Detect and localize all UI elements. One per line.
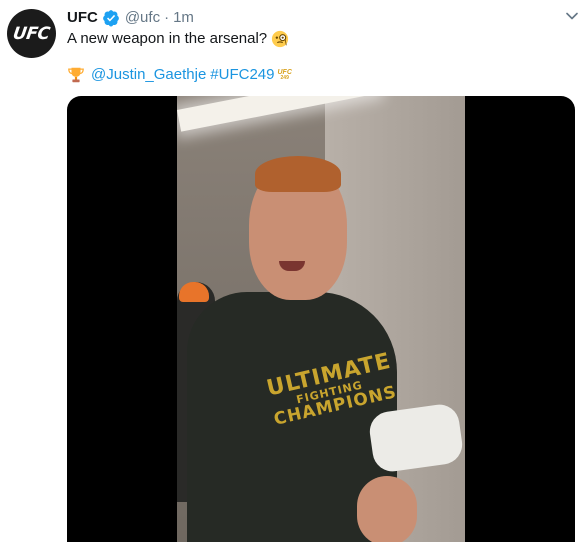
ufc249-hashflag-icon: UFC 249 bbox=[278, 69, 292, 81]
avatar[interactable]: UFC bbox=[7, 9, 56, 58]
hashflag-bottom: 249 bbox=[280, 75, 289, 81]
verified-badge-icon bbox=[102, 9, 120, 27]
tweet-video[interactable]: ULTIMATE FIGHTING CHAMPIONS bbox=[67, 96, 575, 542]
mention-link[interactable]: @Justin_Gaethje bbox=[91, 65, 206, 85]
chevron-down-icon[interactable] bbox=[565, 9, 579, 23]
monocle-face-emoji-icon bbox=[271, 30, 289, 48]
video-frame: ULTIMATE FIGHTING CHAMPIONS bbox=[177, 96, 465, 542]
tweet-text: A new weapon in the arsenal? bbox=[67, 29, 289, 49]
tweet-tags: @Justin_Gaethje #UFC249 UFC 249 bbox=[67, 65, 292, 85]
timestamp[interactable]: 1m bbox=[173, 8, 194, 28]
tweet-header: UFC @ufc · 1m bbox=[67, 8, 194, 28]
fighter-hair bbox=[255, 156, 341, 192]
user-handle[interactable]: @ufc bbox=[125, 8, 160, 28]
tweet-card[interactable]: UFC UFC @ufc · 1m A new weapon in the ar… bbox=[0, 0, 586, 542]
tweet-body: A new weapon in the arsenal? bbox=[67, 30, 268, 47]
trophy-emoji-icon bbox=[67, 66, 85, 84]
fighter-arm bbox=[357, 476, 417, 542]
background-person-hat bbox=[179, 282, 209, 302]
display-name[interactable]: UFC bbox=[67, 8, 98, 28]
hashtag-link[interactable]: #UFC249 bbox=[210, 65, 274, 85]
separator-dot: · bbox=[164, 9, 170, 26]
ufc-logo: UFC bbox=[11, 23, 52, 44]
